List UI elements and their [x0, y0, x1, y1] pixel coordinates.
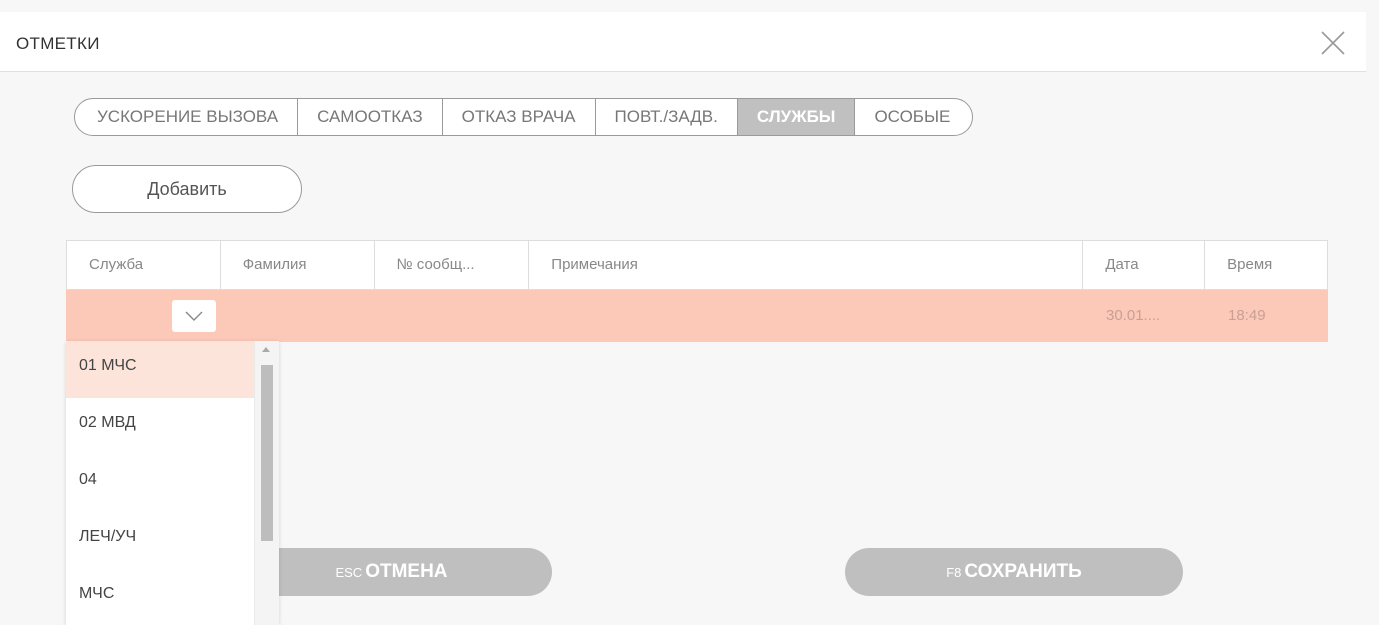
cancel-button[interactable]: ESC ОТМЕНА — [231, 548, 552, 596]
column-header-surname[interactable]: Фамилия — [221, 241, 375, 289]
cell-date[interactable]: 30.01.... — [1084, 290, 1206, 342]
cell-notes[interactable] — [529, 290, 1084, 342]
close-icon[interactable] — [1318, 28, 1348, 58]
dialog-header: ОТМЕТКИ — [0, 12, 1366, 72]
chevron-down-icon — [185, 311, 203, 321]
tab-repeat-delay[interactable]: ПОВТ./ЗАДВ. — [596, 99, 738, 135]
save-label: СОХРАНИТЬ — [964, 561, 1082, 582]
dialog-title: ОТМЕТКИ — [16, 34, 100, 53]
tab-services[interactable]: СЛУЖБЫ — [737, 99, 856, 135]
column-header-time[interactable]: Время — [1205, 241, 1327, 289]
tab-call-acceleration[interactable]: УСКОРЕНИЕ ВЫЗОВА — [75, 99, 299, 135]
cell-message-no[interactable] — [374, 290, 529, 342]
service-dropdown-list: 01 МЧС 02 МВД 04 ЛЕЧ/УЧ МЧС — [66, 341, 279, 625]
cancel-label: ОТМЕНА — [365, 561, 448, 582]
tabs-bar: УСКОРЕНИЕ ВЫЗОВА САМООТКАЗ ОТКАЗ ВРАЧА П… — [74, 98, 974, 136]
dropdown-option[interactable]: 04 — [66, 455, 254, 512]
tab-self-refusal[interactable]: САМООТКАЗ — [298, 99, 443, 135]
table-header: Служба Фамилия № сообщ... Примечания Дат… — [66, 240, 1328, 290]
table-row[interactable]: 30.01.... 18:49 — [66, 290, 1328, 342]
column-header-date[interactable]: Дата — [1083, 241, 1206, 289]
save-button[interactable]: F8 СОХРАНИТЬ — [845, 548, 1183, 596]
cancel-shortcut: ESC — [335, 565, 363, 580]
column-header-service[interactable]: Служба — [67, 241, 221, 289]
scroll-up-arrow-icon[interactable] — [262, 347, 270, 352]
cell-service[interactable] — [66, 290, 220, 342]
dropdown-scrollbar[interactable] — [254, 341, 279, 625]
marks-dialog: ОТМЕТКИ УСКОРЕНИЕ ВЫЗОВА САМООТКАЗ ОТКАЗ… — [0, 0, 1379, 625]
cell-surname[interactable] — [220, 290, 374, 342]
scrollbar-thumb[interactable] — [261, 365, 273, 541]
dropdown-option[interactable]: 02 МВД — [66, 398, 254, 455]
tab-special[interactable]: ОСОБЫЕ — [855, 99, 972, 135]
add-button[interactable]: Добавить — [72, 165, 302, 213]
services-table: Служба Фамилия № сообщ... Примечания Дат… — [66, 240, 1328, 342]
column-header-message-no[interactable]: № сообщ... — [375, 241, 530, 289]
cell-time[interactable]: 18:49 — [1206, 290, 1328, 342]
column-header-notes[interactable]: Примечания — [529, 241, 1084, 289]
save-shortcut: F8 — [946, 565, 962, 580]
dropdown-option[interactable]: 01 МЧС — [66, 341, 254, 398]
dropdown-option[interactable]: ЛЕЧ/УЧ — [66, 512, 254, 569]
service-dropdown-toggle[interactable] — [172, 300, 216, 332]
dropdown-option[interactable]: МЧС — [66, 569, 254, 625]
tab-doctor-refusal[interactable]: ОТКАЗ ВРАЧА — [443, 99, 596, 135]
